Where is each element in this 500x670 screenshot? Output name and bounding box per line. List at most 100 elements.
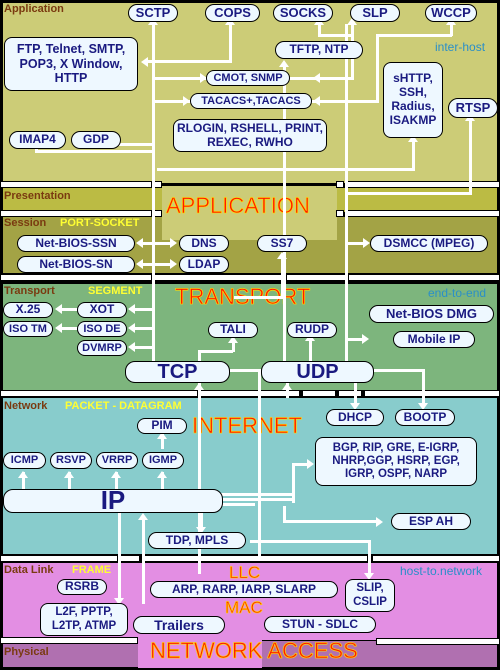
protocol-tftp-ntp[interactable]: TFTP, NTP [275, 41, 363, 59]
separator [336, 210, 344, 217]
protocol-esp-ah[interactable]: ESP AH [391, 513, 471, 530]
layer-name-physical: Physical [4, 646, 49, 658]
separator [372, 555, 500, 562]
protocol-dhcp[interactable]: DHCP [326, 409, 384, 426]
protocol-stun-sdlc[interactable]: STUN - SDLC [264, 616, 376, 633]
protocol-ldap[interactable]: LDAP [179, 256, 229, 273]
connector-line [220, 498, 295, 501]
connector-line [250, 540, 370, 543]
protocol-iso-tm[interactable]: ISO TM [3, 321, 53, 337]
datalink-tag: FRAME [72, 564, 112, 576]
connector-line [198, 350, 233, 353]
application-big-label: APPLICATION [166, 193, 310, 219]
protocol-iso-de[interactable]: ISO DE [77, 321, 127, 337]
arrow-left-icon [128, 342, 135, 352]
separator [154, 274, 284, 281]
protocol-tacacs[interactable]: TACACS+,TACACS [190, 93, 312, 109]
arrow-left-icon [313, 73, 320, 83]
protocol-rtsp[interactable]: RTSP [448, 98, 498, 118]
connector-line [374, 369, 424, 372]
protocol-shttp-group[interactable]: sHTTP, SSH, Radius, ISAKMP [383, 62, 443, 138]
protocol-gdp[interactable]: GDP [71, 131, 121, 149]
separator [0, 210, 152, 217]
arrow-up-icon [194, 383, 204, 390]
protocol-l2f-group[interactable]: L2F, PPTP, L2TP, ATMP [40, 603, 128, 636]
protocol-netbios-sn[interactable]: Net-BIOS-SN [17, 256, 135, 273]
llc-label: LLC [229, 563, 261, 583]
protocol-imap4[interactable]: IMAP4 [9, 131, 66, 149]
protocol-cmot-snmp[interactable]: CMOT, SNMP [206, 70, 290, 86]
protocol-vrrp[interactable]: VRRP [96, 452, 138, 469]
layer-name-network: Network [4, 400, 48, 412]
protocol-sctp[interactable]: SCTP [128, 4, 178, 22]
protocol-tcp[interactable]: TCP [125, 361, 230, 383]
separator [346, 181, 500, 188]
connector-line [281, 258, 284, 298]
arrow-right-icon [362, 334, 369, 344]
connector-line [309, 340, 312, 362]
separator [338, 390, 362, 397]
protocol-pim[interactable]: PIM [137, 418, 187, 434]
layer-name-transport: Transport [4, 285, 55, 297]
arrow-left-icon [313, 96, 320, 106]
protocol-trailers[interactable]: Trailers [133, 616, 225, 634]
separator [346, 210, 500, 217]
arrow-left-icon [141, 57, 148, 67]
arrow-left-icon [55, 304, 62, 314]
protocol-slip-group[interactable]: SLIP, CSLIP [345, 579, 395, 612]
protocol-netbios-dmg[interactable]: Net-BIOS DMG [369, 305, 494, 323]
protocol-icmp[interactable]: ICMP [3, 452, 46, 469]
protocol-dvmrp[interactable]: DVMRP [77, 340, 127, 356]
protocol-ip[interactable]: IP [3, 485, 223, 515]
connector-line [143, 242, 173, 245]
separator [144, 555, 368, 562]
connector-line [450, 24, 453, 36]
connector-line [220, 493, 295, 496]
end-to-end-note: end-to-end [428, 286, 487, 300]
protocol-dns[interactable]: DNS [179, 235, 229, 252]
arrow-up-icon [277, 252, 287, 259]
protocol-wccp[interactable]: WCCP [425, 4, 477, 22]
protocol-cops[interactable]: COPS [205, 4, 260, 22]
arrow-up-icon [64, 471, 74, 478]
protocol-tali[interactable]: TALI [208, 322, 258, 338]
protocol-igmp[interactable]: IGMP [142, 452, 184, 469]
connector-line [135, 308, 153, 311]
layer-name-datalink: Data Link [4, 564, 54, 576]
separator [154, 210, 162, 217]
protocol-ss7[interactable]: SS7 [257, 235, 307, 252]
connector-line [152, 24, 155, 362]
protocol-x25[interactable]: X.25 [3, 302, 53, 318]
protocol-rudp[interactable]: RUDP [287, 322, 337, 338]
connector-line [469, 118, 472, 193]
separator [0, 637, 138, 644]
protocol-dsmcc[interactable]: DSMCC (MPEG) [370, 235, 488, 252]
separator [302, 390, 336, 397]
connector-line [422, 369, 425, 404]
protocol-netbios-ssn[interactable]: Net-BIOS-SSN [17, 235, 135, 252]
protocol-rsrb[interactable]: RSRB [57, 579, 107, 595]
protocol-xot[interactable]: XOT [77, 302, 127, 318]
arrow-left-icon [136, 259, 143, 269]
arrow-right-icon [376, 517, 383, 527]
separator [0, 390, 198, 397]
protocol-socks[interactable]: SOCKS [273, 4, 333, 22]
protocol-bootp[interactable]: BOOTP [395, 409, 455, 426]
protocol-routing-group[interactable]: BGP, RIP, GRE, E-IGRP, NHRP,GGP, HSRP, E… [315, 437, 477, 486]
protocol-slp[interactable]: SLP [350, 4, 400, 22]
connector-line [292, 463, 307, 466]
protocol-arp-group[interactable]: ARP, RARP, IARP, SLARP [150, 581, 338, 598]
connector-line [354, 383, 357, 405]
protocol-ftp-group[interactable]: FTP, Telnet, SMTP, POP3, X Window, HTTP [4, 37, 138, 91]
protocol-rlogin-group[interactable]: RLOGIN, RSHELL, PRINT, REXEC, RWHO [173, 119, 327, 152]
protocol-rsvp[interactable]: RSVP [50, 452, 92, 469]
separator [0, 274, 152, 281]
arrow-right-icon [363, 238, 370, 248]
arrow-up-icon [18, 471, 28, 478]
internet-big-label: INTERNET [192, 413, 303, 439]
protocol-mobile-ip[interactable]: Mobile IP [393, 331, 475, 348]
connector-line [148, 60, 232, 63]
protocol-tdp-mpls[interactable]: TDP, MPLS [148, 532, 246, 549]
arrow-left-icon [136, 238, 143, 248]
protocol-udp[interactable]: UDP [261, 361, 374, 383]
